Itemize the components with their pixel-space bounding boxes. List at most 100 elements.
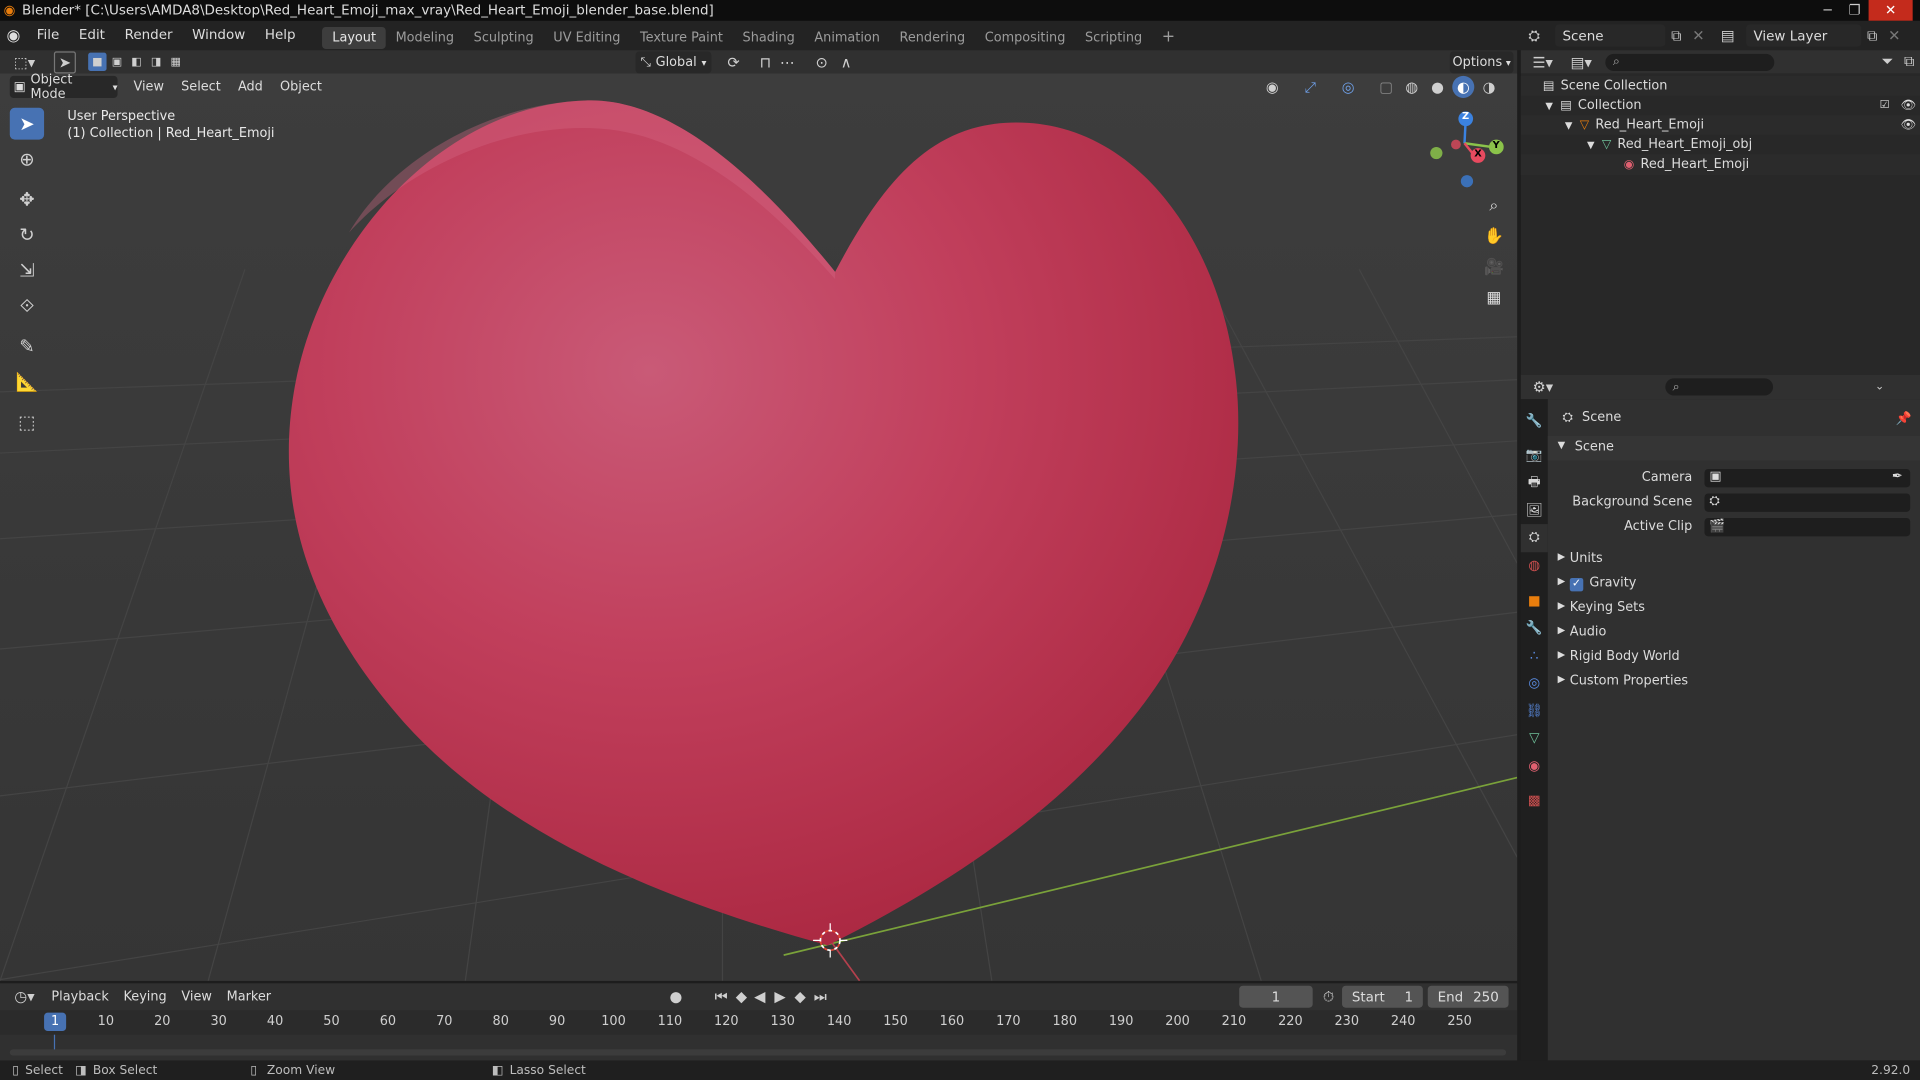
gizmo-toggle-icon[interactable]: ⤢ [1299,76,1321,98]
timeline-menu-view[interactable]: View [174,982,219,1011]
jump-to-start-icon[interactable]: ⏮ [710,986,732,1008]
scale-tool-icon[interactable]: ⇲ [10,255,44,287]
editor-type-icon[interactable]: ⬚▾ [10,51,39,73]
workspace-tab-scripting[interactable]: Scripting [1075,26,1152,48]
menu-file[interactable]: File [27,21,69,50]
expand-arrow-icon[interactable]: ▼ [1587,139,1595,150]
auto-keying-icon[interactable]: ● [665,986,687,1008]
keying-sets-panel-header[interactable]: ▶ Keying Sets [1548,596,1920,620]
falloff-icon[interactable]: ∧ [835,51,857,73]
current-frame-field[interactable]: 1 [1239,985,1313,1008]
visibility-eye-icon[interactable]: 👁 [1900,118,1916,131]
workspace-tab-texture-paint[interactable]: Texture Paint [630,26,733,48]
chevron-down-icon[interactable]: ⌄ [1869,376,1891,398]
select-difference-icon[interactable]: ◨ [147,53,165,71]
active-clip-field[interactable]: 🎬 [1704,517,1911,537]
select-extend-icon[interactable]: ▣ [108,53,126,71]
timeline-editor-type-icon[interactable]: ◷▾ [10,986,39,1008]
render-tab-icon[interactable]: 📷 [1521,441,1548,469]
select-box-tool-icon[interactable]: ➤ [9,107,45,140]
visibility-eye-icon[interactable]: ◉ [1261,76,1283,98]
workspace-tab-animation[interactable]: Animation [805,26,890,48]
eyedropper-icon[interactable]: ✒ [1892,469,1903,484]
select-tool-icon[interactable]: ➤ [53,50,76,73]
outliner-search-input[interactable]: ⌕ [1605,53,1774,71]
viewport-menu-view[interactable]: View [125,73,173,101]
delete-scene-icon[interactable]: ✕ [1687,24,1709,46]
workspace-tab-uv-editing[interactable]: UV Editing [544,26,631,48]
visibility-eye-icon[interactable]: 👁 [1900,99,1916,112]
zoom-icon[interactable]: ⌕ [1480,192,1507,219]
outliner-row-red-heart-emoji[interactable]: ▼ ▽ Red_Heart_Emoji 👁 [1520,115,1920,136]
new-viewlayer-icon[interactable]: ⧉ [1861,24,1883,46]
use-preview-range-icon[interactable]: ⏱ [1318,986,1340,1008]
menu-window[interactable]: Window [182,21,255,50]
display-mode-icon[interactable]: ▤▾ [1567,51,1596,73]
material-tab-icon[interactable]: ◉ [1521,752,1548,780]
expand-arrow-icon[interactable]: ▼ [1565,120,1573,131]
workspace-tab-layout[interactable]: Layout [322,26,386,49]
scene-panel-header[interactable]: ▼ Scene [1547,435,1920,461]
outliner-editor-type-icon[interactable]: ☰▾ [1528,51,1557,73]
menu-edit[interactable]: Edit [69,21,115,50]
view-layer-tab-icon[interactable]: 🖼 [1521,497,1548,525]
minimize-button[interactable]: ─ [1815,0,1841,21]
units-panel-header[interactable]: ▶ Units [1548,547,1920,571]
end-frame-field[interactable]: End 250 [1427,985,1509,1008]
jump-keyframe-back-icon[interactable]: ◆ [732,986,750,1008]
workspace-tab-modeling[interactable]: Modeling [386,26,464,48]
timeline-scrollbar[interactable] [9,1049,1507,1056]
timeline-menu-playback[interactable]: Playback [44,982,116,1011]
workspace-tab-compositing[interactable]: Compositing [975,26,1075,48]
properties-editor-type-icon[interactable]: ⚙▾ [1528,376,1557,398]
select-new-icon[interactable]: ■ [88,52,107,72]
timeline-menu-marker[interactable]: Marker [219,982,278,1011]
play-icon[interactable]: ▶ [769,986,791,1008]
scene-browse-icon[interactable]: ⛭ [1523,24,1545,46]
new-collection-icon[interactable]: ⧉ [1898,51,1920,73]
viewlayer-browse-icon[interactable]: ▤ [1717,24,1739,46]
3d-viewport[interactable]: Z Y X ▣ Object Mode ▾ View Select Add Obje… [0,73,1518,981]
add-cube-tool-icon[interactable]: ⬚ [10,407,44,439]
output-tab-icon[interactable]: 🖶 [1521,469,1548,497]
camera-view-icon[interactable]: 🎥 [1480,253,1507,280]
timeline-menu-keying[interactable]: Keying [116,982,174,1011]
custom-properties-panel-header[interactable]: ▶ Custom Properties [1548,670,1920,694]
xray-toggle-icon[interactable]: ▢ [1375,76,1397,98]
camera-field[interactable]: ▣ ✒ [1704,468,1911,488]
background-scene-field[interactable]: ⛭ [1704,493,1911,512]
play-reverse-icon[interactable]: ◀ [751,986,769,1008]
workspace-tab-shading[interactable]: Shading [733,26,805,48]
wireframe-shading-icon[interactable]: ◍ [1401,76,1423,98]
measure-tool-icon[interactable]: 📐 [10,366,44,398]
pivot-point-icon[interactable]: ⟳ [722,51,744,73]
pan-hand-icon[interactable]: ✋ [1480,223,1507,250]
workspace-tab-rendering[interactable]: Rendering [890,26,975,48]
object-tab-icon[interactable]: ■ [1521,587,1548,615]
maximize-button[interactable]: ❐ [1842,0,1868,21]
rigid-body-world-panel-header[interactable]: ▶ Rigid Body World [1548,645,1920,669]
transform-orientation-dropdown[interactable]: ⤡ Global ▾ [635,51,712,74]
world-tab-icon[interactable]: ◍ [1521,552,1548,580]
workspace-tab-sculpting[interactable]: Sculpting [464,26,544,48]
proportional-editing-icon[interactable]: ⊙ [811,51,833,73]
viewlayer-selector[interactable]: View Layer [1746,24,1862,47]
options-dropdown[interactable]: Options ▾ [1449,51,1514,74]
cursor-tool-icon[interactable]: ⊕ [10,143,44,175]
outliner-row-red-heart-emoji-obj[interactable]: ▼ ▽ Red_Heart_Emoji_obj [1520,134,1920,155]
exclude-checkbox-icon[interactable]: ☑ [1880,99,1890,111]
select-intersect-icon[interactable]: ▦ [167,53,185,71]
snap-target-icon[interactable]: ⋯ [776,51,798,73]
select-subtract-icon[interactable]: ◧ [127,53,145,71]
tool-tab-icon[interactable]: 🔧 [1521,407,1548,435]
outliner-row-scene-collection[interactable]: ▤ Scene Collection [1520,75,1920,97]
scene-selector[interactable]: Scene [1555,24,1666,47]
gravity-panel-header[interactable]: ▶ ✓ Gravity [1548,572,1920,596]
transform-tool-icon[interactable]: ⟐ [10,290,44,322]
pin-icon[interactable]: 📌 [1896,410,1912,426]
ortho-toggle-icon[interactable]: ▦ [1480,284,1507,311]
properties-search-input[interactable]: ⌕ [1665,378,1774,396]
texture-tab-icon[interactable]: ▩ [1521,787,1548,815]
blender-menu-icon[interactable]: ◉ [0,26,27,44]
material-preview-shading-icon[interactable]: ◐ [1452,75,1475,98]
